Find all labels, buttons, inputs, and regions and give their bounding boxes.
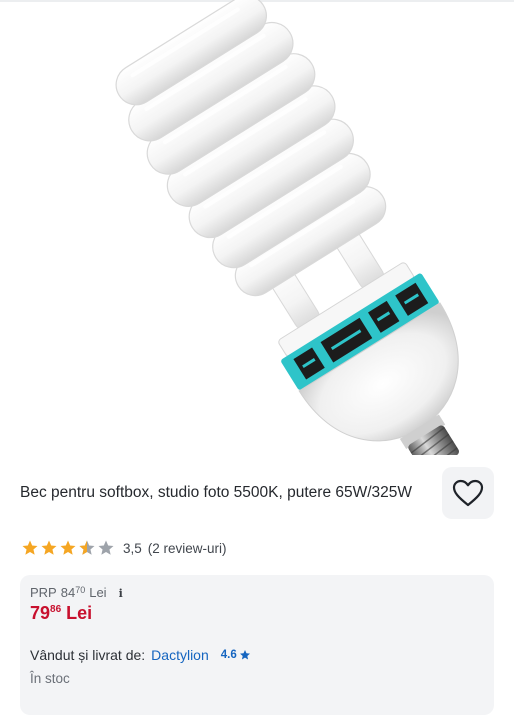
- rating-row[interactable]: 3,5 (2 review-uri): [21, 538, 227, 558]
- prp-currency: Lei: [89, 585, 107, 600]
- price-cents: 86: [50, 604, 62, 615]
- price-currency: Lei: [66, 603, 93, 623]
- heart-outline-icon: [452, 479, 484, 507]
- price-card: PRP 84 70 Lei i 79 86 Lei Vândut și livrat de…: [20, 575, 494, 715]
- star-full-icon: [59, 539, 77, 557]
- current-price: 79 86 Lei: [30, 603, 92, 624]
- rating-stars: [21, 539, 115, 557]
- seller-label: Vândut și livrat de:: [30, 647, 146, 663]
- rating-value: 3,5: [123, 540, 142, 556]
- rating-summary: 3,5 (2 review-uri): [123, 541, 227, 556]
- product-title: Bec pentru softbox, studio foto 5500K, p…: [20, 484, 413, 501]
- prp-whole: 84: [60, 585, 76, 600]
- seller-link[interactable]: Dactylion: [151, 647, 209, 663]
- bulb-illustration: [115, 0, 459, 455]
- star-icon: [239, 650, 250, 660]
- star-full-icon: [21, 539, 39, 557]
- favorite-button[interactable]: [442, 467, 494, 519]
- star-full-icon: [40, 539, 58, 557]
- review-count-link[interactable]: (2 review-uri): [148, 541, 227, 556]
- seller-rating: 4.6: [221, 649, 251, 661]
- recommended-price: PRP 84 70 Lei i: [30, 585, 123, 600]
- product-image[interactable]: [0, 0, 514, 455]
- price-whole: 79: [30, 603, 51, 623]
- star-empty-icon: [97, 539, 115, 557]
- stock-status: În stoc: [30, 671, 70, 686]
- star-half-icon: [78, 539, 96, 557]
- prp-cents: 70: [75, 585, 86, 595]
- seller-score-value: 4.6: [220, 649, 237, 661]
- seller-info: Vândut și livrat de: Dactylion 4.6: [30, 647, 251, 663]
- prp-label: PRP: [30, 585, 57, 600]
- product-header: Bec pentru softbox, studio foto 5500K, p…: [20, 467, 494, 519]
- info-icon[interactable]: i: [119, 587, 123, 600]
